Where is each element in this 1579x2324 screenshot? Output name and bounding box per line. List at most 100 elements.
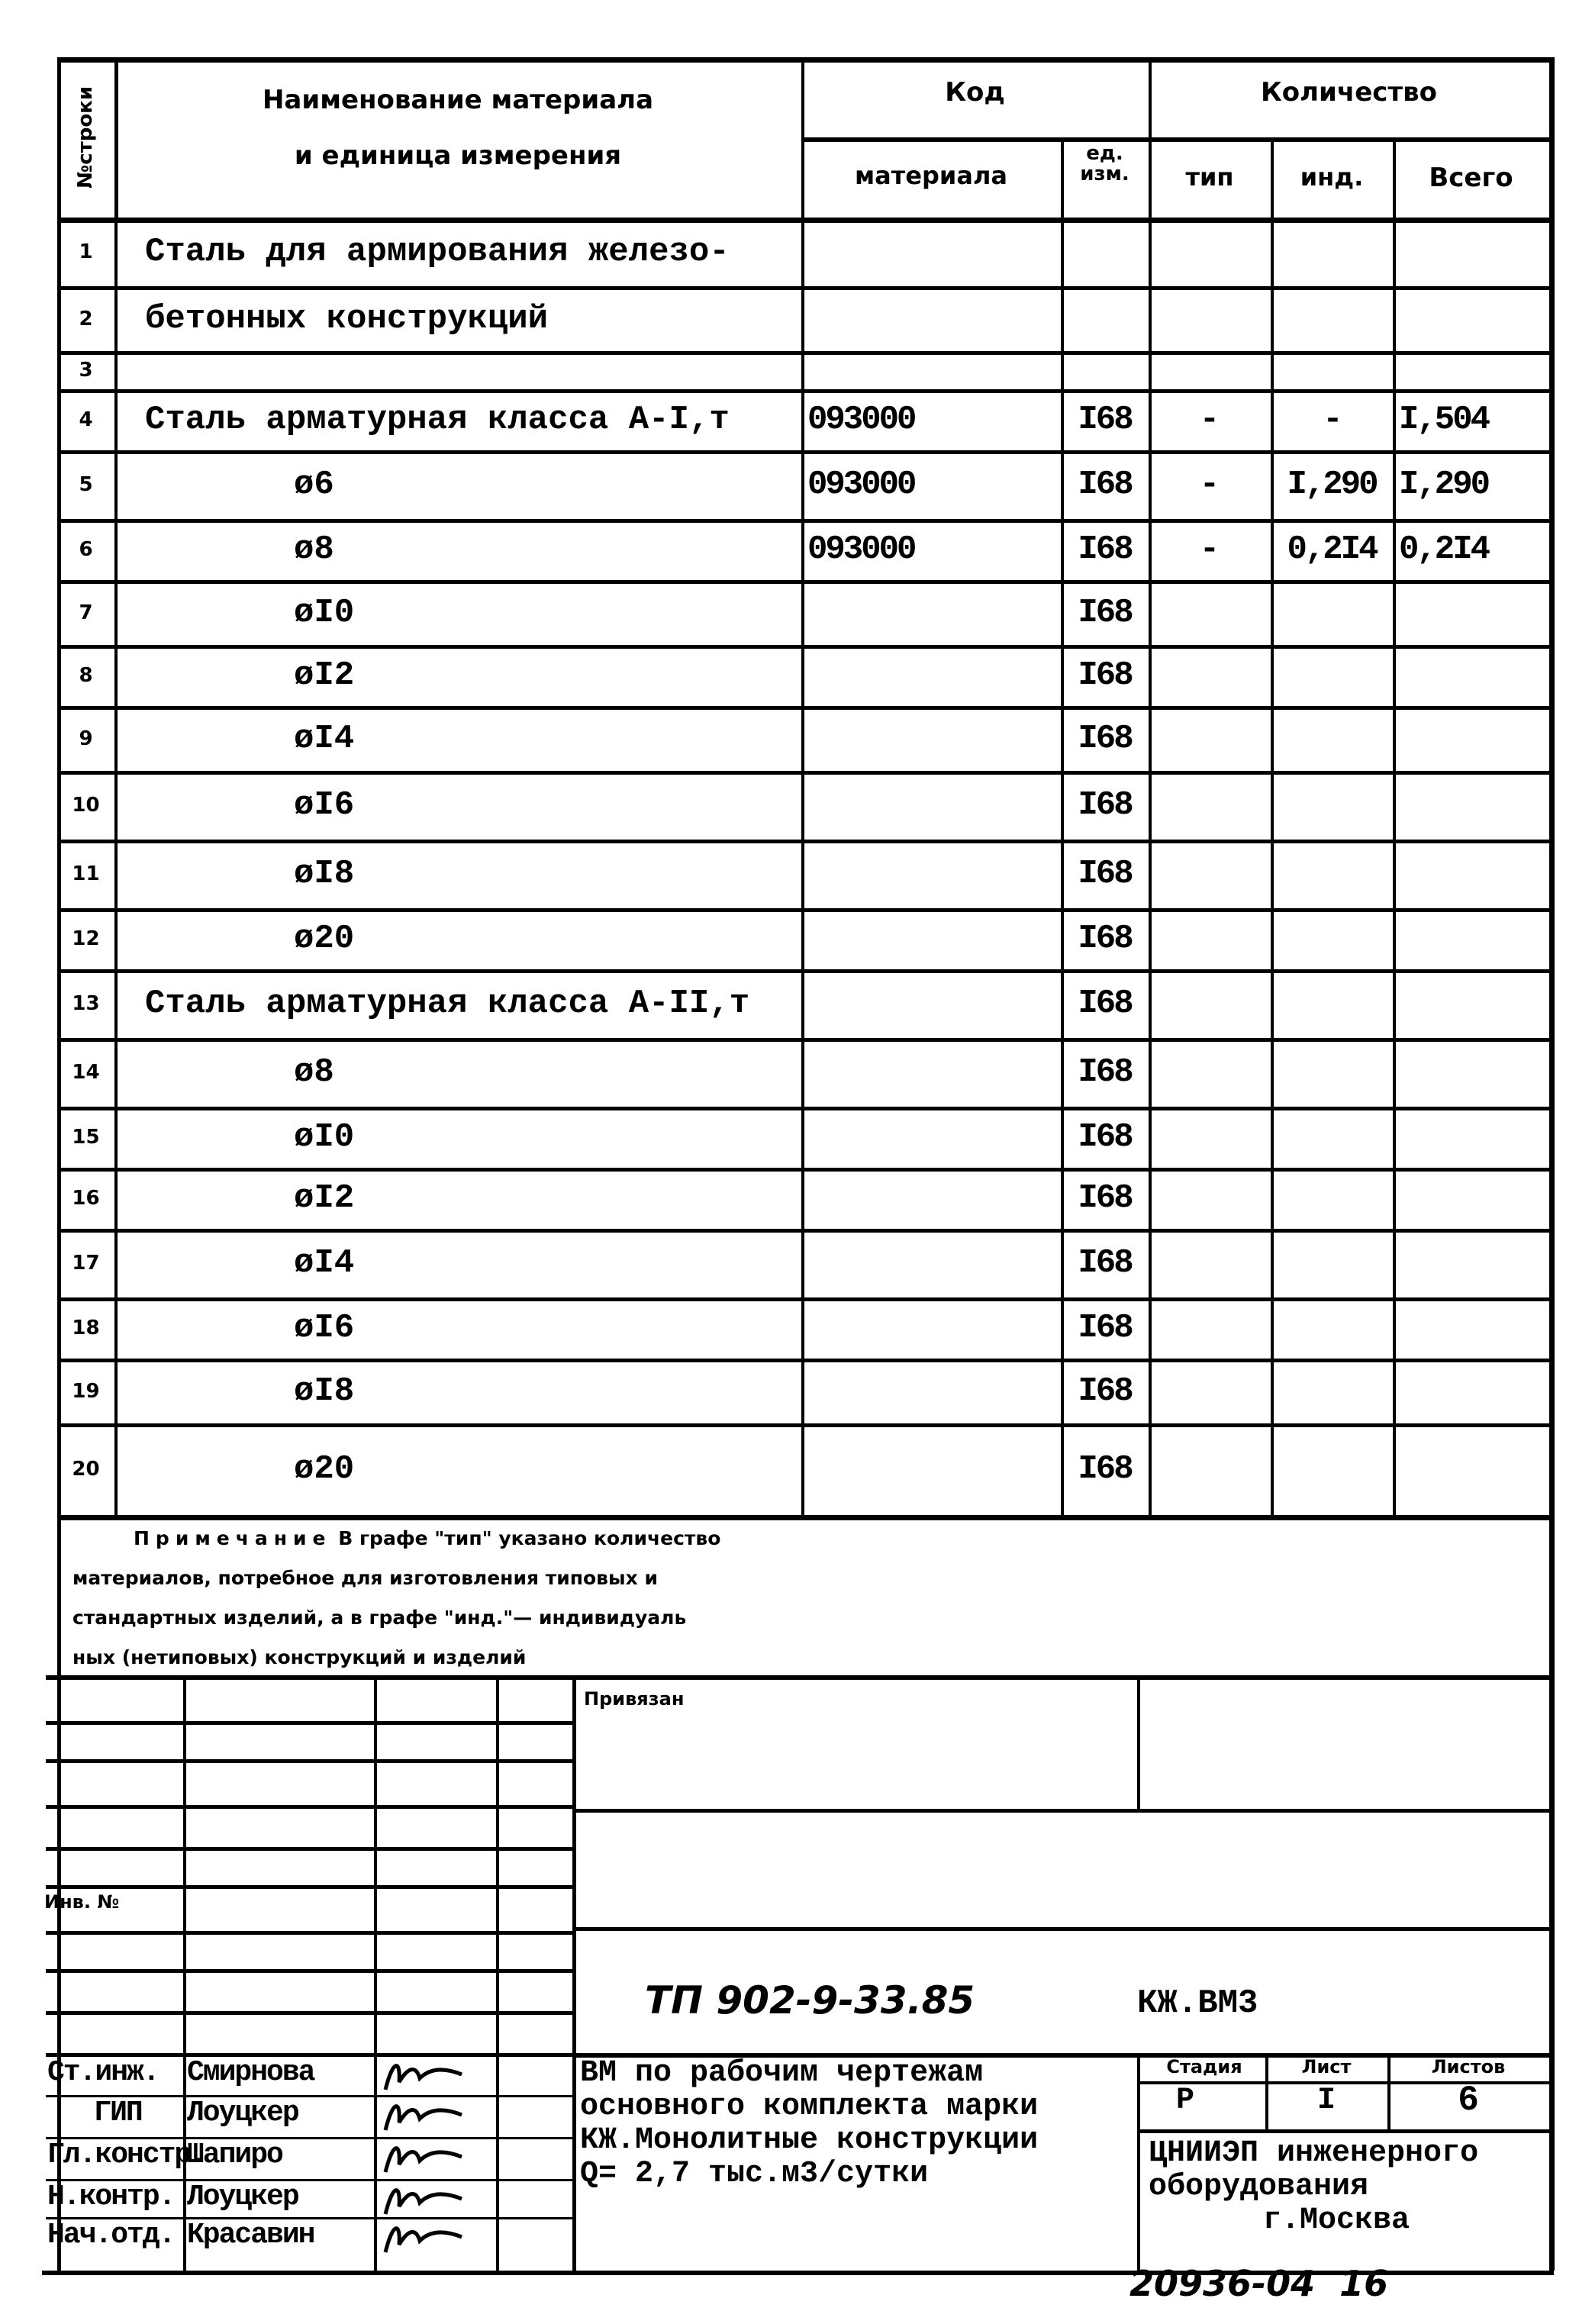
individual-quantity: -	[1323, 401, 1342, 439]
row-number: 7	[79, 601, 93, 624]
note-line2: материалов, потребное для изготовления т…	[73, 1567, 658, 1589]
material-name: øI8	[294, 1372, 355, 1410]
signature-row: Н.контр. Лоуцкер	[46, 2179, 572, 2219]
individual-quantity: I,290	[1287, 466, 1378, 504]
signature-row: Нач.отд. Красавин	[46, 2217, 572, 2257]
signatory-name: Лоуцкер	[187, 2097, 300, 2129]
material-code	[807, 1168, 1052, 1229]
material-code	[807, 1107, 1052, 1168]
table-row: 17 øI4 I68	[57, 1229, 1549, 1297]
unit-code: I68	[1078, 1118, 1133, 1156]
unit-code: I68	[1078, 656, 1133, 695]
note-block: Примечание В графе "тип" указано количес…	[73, 1519, 1065, 1678]
unit-code: I68	[1078, 1372, 1133, 1410]
signature-row: ГИП Лоуцкер	[46, 2095, 572, 2135]
total-quantity	[1393, 1038, 1555, 1107]
individual-quantity	[1271, 908, 1393, 969]
material-code	[807, 1229, 1052, 1297]
table-row: 11 øI8 I68	[57, 840, 1549, 908]
material-name: ø8	[294, 1053, 334, 1091]
signatory-role: Ст.инж.	[47, 2056, 160, 2089]
table-row: 4 Сталь арматурная класса А-I,т 093000 I68 -…	[57, 389, 1549, 450]
table-row: 16 øI2 I68	[57, 1168, 1549, 1229]
unit-header: ед. изм.	[1080, 142, 1129, 186]
row-number: 14	[72, 1061, 100, 1084]
unit-code: I68	[1078, 1244, 1133, 1282]
material-name	[145, 351, 794, 389]
total-quantity	[1393, 771, 1555, 840]
individual-quantity	[1271, 286, 1393, 351]
bound-label: Привязан	[584, 1688, 685, 1710]
unit-code	[1061, 218, 1149, 286]
row-number: 20	[72, 1458, 100, 1481]
total-quantity	[1393, 218, 1555, 286]
sheets-count-label: Листов	[1431, 2056, 1506, 2077]
title-block-line	[1137, 1675, 1140, 1809]
material-name: øI4	[294, 719, 355, 758]
type-quantity	[1149, 1297, 1271, 1359]
row-number: 11	[72, 862, 100, 885]
individual-quantity	[1271, 1107, 1393, 1168]
table-row: 15 øI0 I68	[57, 1107, 1549, 1168]
material-name: бетонных конструкций	[145, 299, 549, 338]
header-subdivider	[801, 137, 1549, 142]
material-name: øI0	[294, 1118, 355, 1156]
unit-code: I68	[1078, 1053, 1133, 1091]
material-code	[807, 771, 1052, 840]
quantity-group-header: Количество	[1260, 77, 1437, 108]
row-number: 8	[79, 664, 93, 687]
title-block-line	[1137, 2053, 1140, 2271]
row-number: 2	[79, 307, 93, 330]
material-name: ø6	[294, 466, 334, 504]
document-description: ВМ по рабочим чертежам основного комплек…	[580, 2056, 1039, 2191]
individual-qty-header: инд.	[1300, 163, 1364, 192]
total-quantity	[1393, 645, 1555, 706]
total-quantity	[1393, 580, 1555, 645]
note-line1: В графе "тип" указано количество	[338, 1527, 721, 1549]
material-name: øI6	[294, 786, 355, 824]
material-name: Сталь для армирования железо-	[145, 233, 730, 271]
note-line3: стандартных изделий, а в графе "инд."— и…	[73, 1607, 687, 1629]
archive-stamp: 20936-04 16	[1129, 2263, 1389, 2304]
stage-value: Р	[1175, 2084, 1194, 2118]
material-name: øI4	[294, 1244, 355, 1282]
unit-code: I68	[1078, 466, 1133, 504]
row-number: 17	[72, 1252, 100, 1275]
stage-label: Стадия	[1166, 2056, 1242, 2077]
title-block-line	[46, 1759, 572, 1763]
table-row: 20 ø20 I68	[57, 1423, 1549, 1515]
table-row: 13 Сталь арматурная класса А-II,т I68	[57, 969, 1549, 1038]
total-quantity	[1393, 351, 1555, 389]
type-quantity	[1149, 1168, 1271, 1229]
row-number: 9	[79, 727, 93, 750]
unit-code: I68	[1078, 786, 1133, 824]
row-number: 3	[79, 359, 93, 382]
material-name: øI2	[294, 1179, 355, 1217]
material-name: øI8	[294, 855, 355, 893]
type-quantity	[1149, 706, 1271, 771]
type-quantity	[1149, 1423, 1271, 1515]
type-quantity	[1149, 218, 1271, 286]
total-quantity	[1393, 706, 1555, 771]
row-number: 19	[72, 1379, 100, 1403]
individual-quantity	[1271, 218, 1393, 286]
signature-row: Гл.констр. Шапиро	[46, 2137, 572, 2177]
individual-quantity	[1271, 580, 1393, 645]
signatory-name: Лоуцкер	[187, 2181, 300, 2213]
total-qty-header: Всего	[1429, 163, 1513, 193]
table-row: 1 Сталь для армирования железо-	[57, 218, 1549, 286]
title-block-line	[46, 1885, 572, 1889]
individual-quantity	[1271, 969, 1393, 1038]
unit-code	[1061, 286, 1149, 351]
table-row: 6 ø8 093000 I68 - 0,2I4 0,2I4	[57, 519, 1549, 580]
row-number: 15	[72, 1126, 100, 1149]
material-code: 093000	[807, 401, 917, 439]
type-quantity: -	[1199, 466, 1220, 504]
title-block-line	[46, 2011, 572, 2015]
signatory-name: Шапиро	[187, 2139, 284, 2171]
organization-name: ЦНИИЭП инженерного оборудования г.Москва	[1149, 2137, 1479, 2238]
table-row: 9 øI4 I68	[57, 706, 1549, 771]
unit-code: I68	[1078, 1450, 1133, 1488]
individual-quantity	[1271, 351, 1393, 389]
material-name: ø8	[294, 530, 334, 569]
